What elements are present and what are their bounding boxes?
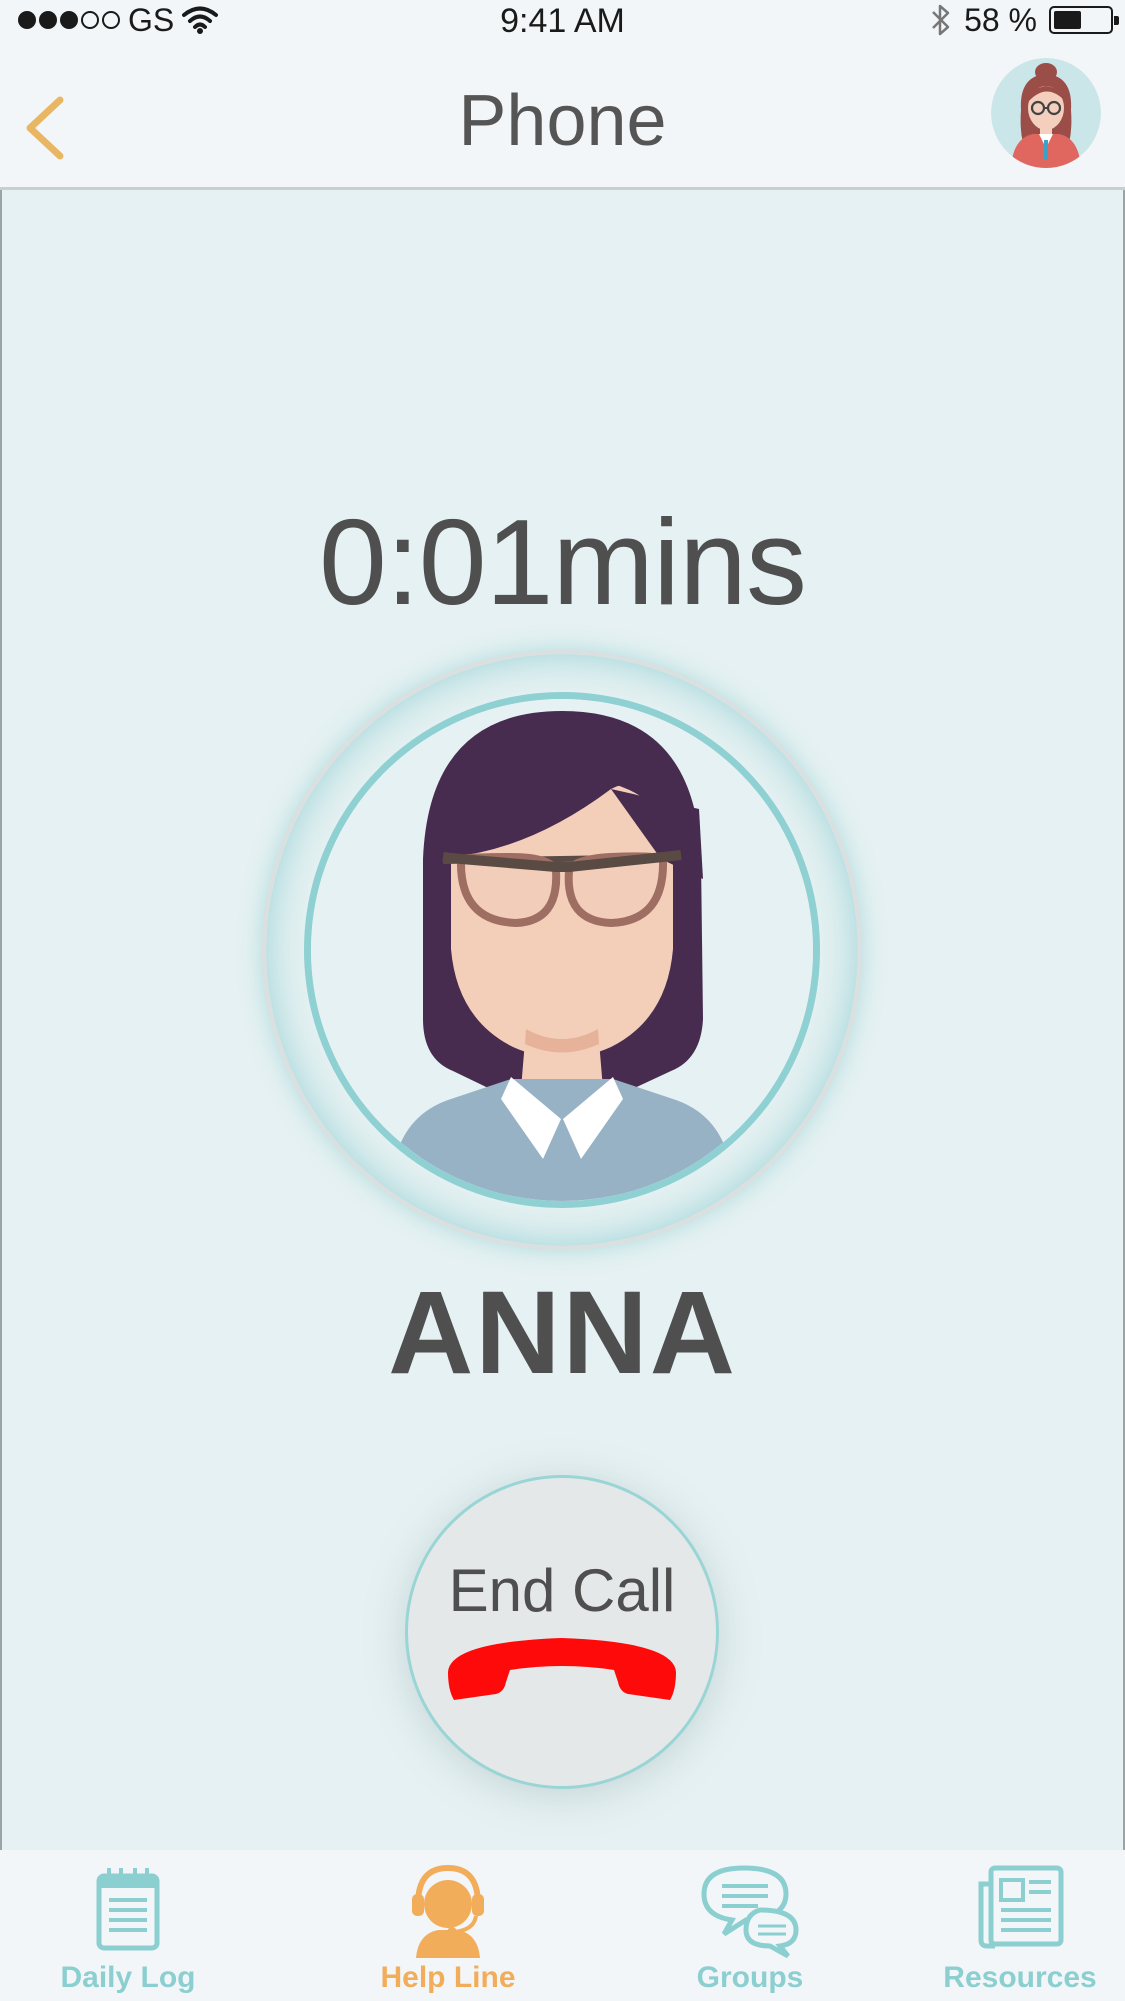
end-call-button[interactable]: End Call: [405, 1475, 719, 1789]
status-bar: GS 9:41 AM 58 %: [0, 0, 1125, 40]
call-duration: 0:01mins: [318, 494, 807, 630]
contact-avatar: [304, 692, 820, 1208]
page-title: Phone: [458, 81, 667, 161]
profile-avatar-button[interactable]: [991, 58, 1101, 168]
end-call-label: End Call: [448, 1557, 676, 1624]
frame-edge-left: [0, 190, 2, 1850]
newspaper-icon: [978, 1865, 1064, 1949]
contact-avatar-icon: [311, 699, 813, 1201]
tab-label: Help Line: [380, 1961, 516, 1994]
tab-groups[interactable]: Groups: [652, 1850, 848, 2001]
contact-name: ANNA: [388, 1267, 737, 1399]
tab-daily-log[interactable]: Daily Log: [30, 1850, 226, 2001]
chat-bubbles-icon: [701, 1865, 799, 1958]
bluetooth-icon: [932, 4, 950, 36]
notepad-icon: [96, 1868, 160, 1951]
user-avatar-icon: [991, 58, 1101, 168]
tab-resources[interactable]: Resources: [922, 1850, 1118, 2001]
status-right: 58 %: [930, 1, 1119, 38]
battery-icon: [1049, 6, 1119, 34]
tab-bar: Daily Log Help Line Groups Resources: [0, 1850, 1125, 2001]
tab-label: Groups: [696, 1961, 804, 1994]
tab-label: Daily Log: [60, 1961, 196, 1994]
headset-person-icon: [412, 1864, 484, 1958]
tab-label: Resources: [943, 1961, 1097, 1994]
tab-help-line[interactable]: Help Line: [350, 1850, 546, 2001]
hang-up-phone-icon: [448, 1638, 676, 1700]
battery-percent: 58 %: [964, 1, 1037, 38]
nav-bar: Phone: [0, 40, 1125, 190]
